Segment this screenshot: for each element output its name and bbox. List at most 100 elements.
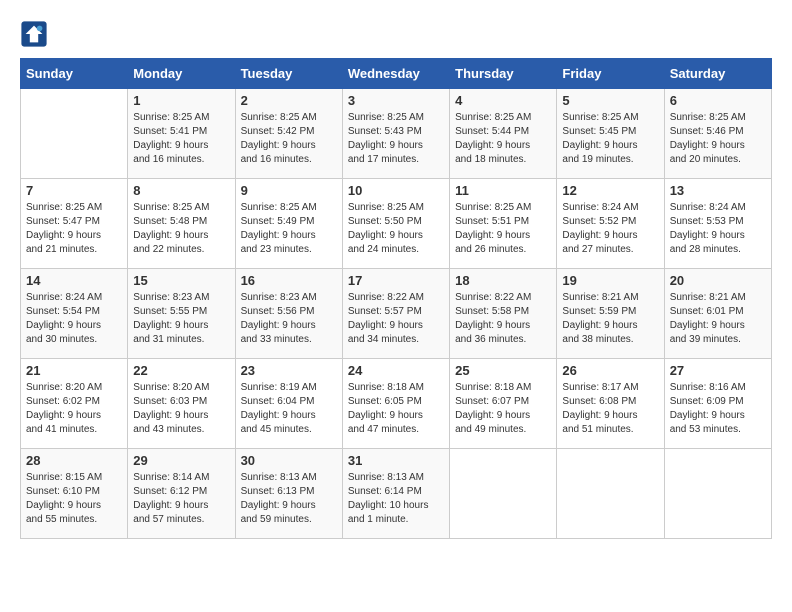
day-info: Sunrise: 8:17 AM Sunset: 6:08 PM Dayligh… [562,381,658,437]
day-info: Sunrise: 8:25 AM Sunset: 5:41 PM Dayligh… [133,111,229,167]
calendar-week-5: 28 Sunrise: 8:15 AM Sunset: 6:10 PM Dayli… [21,449,772,539]
col-header-tuesday: Tuesday [235,59,342,89]
day-info: Sunrise: 8:21 AM Sunset: 5:59 PM Dayligh… [562,291,658,347]
col-header-monday: Monday [128,59,235,89]
day-info: Sunrise: 8:18 AM Sunset: 6:05 PM Dayligh… [348,381,444,437]
day-info: Sunrise: 8:25 AM Sunset: 5:48 PM Dayligh… [133,201,229,257]
calendar-cell: 1 Sunrise: 8:25 AM Sunset: 5:41 PM Daylig… [128,89,235,179]
calendar-cell: 28 Sunrise: 8:15 AM Sunset: 6:10 PM Dayli… [21,449,128,539]
day-number: 28 [26,453,122,468]
calendar-cell: 8Sunrise: 8:25 AM Sunset: 5:48 PM Daylig… [128,179,235,269]
day-info: Sunrise: 8:25 AM Sunset: 5:49 PM Dayligh… [241,201,337,257]
calendar-cell: 7 Sunrise: 8:25 AM Sunset: 5:47 PM Daylig… [21,179,128,269]
calendar-cell: 18Sunrise: 8:22 AM Sunset: 5:58 PM Dayli… [450,269,557,359]
day-number: 12 [562,183,658,198]
calendar-cell: 24 Sunrise: 8:18 AM Sunset: 6:05 PM Dayli… [342,359,449,449]
calendar-cell: 29Sunrise: 8:14 AM Sunset: 6:12 PM Dayli… [128,449,235,539]
calendar-header-row: SundayMondayTuesdayWednesdayThursdayFrid… [21,59,772,89]
day-info: Sunrise: 8:25 AM Sunset: 5:42 PM Dayligh… [241,111,337,167]
calendar-cell: 13 Sunrise: 8:24 AM Sunset: 5:53 PM Dayli… [664,179,771,269]
calendar-cell: 26 Sunrise: 8:17 AM Sunset: 6:08 PM Dayli… [557,359,664,449]
day-info: Sunrise: 8:18 AM Sunset: 6:07 PM Dayligh… [455,381,551,437]
calendar-cell: 20Sunrise: 8:21 AM Sunset: 6:01 PM Dayli… [664,269,771,359]
day-number: 15 [133,273,229,288]
calendar-cell: 22 Sunrise: 8:20 AM Sunset: 6:03 PM Dayli… [128,359,235,449]
logo-icon [20,20,48,48]
day-info: Sunrise: 8:23 AM Sunset: 5:56 PM Dayligh… [241,291,337,347]
calendar-cell: 27 Sunrise: 8:16 AM Sunset: 6:09 PM Dayli… [664,359,771,449]
calendar-table: SundayMondayTuesdayWednesdayThursdayFrid… [20,58,772,539]
day-number: 7 [26,183,122,198]
day-number: 6 [670,93,766,108]
day-number: 24 [348,363,444,378]
calendar-cell: 14 Sunrise: 8:24 AM Sunset: 5:54 PM Dayli… [21,269,128,359]
calendar-cell: 9 Sunrise: 8:25 AM Sunset: 5:49 PM Daylig… [235,179,342,269]
day-number: 4 [455,93,551,108]
calendar-cell: 19 Sunrise: 8:21 AM Sunset: 5:59 PM Dayli… [557,269,664,359]
day-info: Sunrise: 8:20 AM Sunset: 6:02 PM Dayligh… [26,381,122,437]
day-info: Sunrise: 8:22 AM Sunset: 5:57 PM Dayligh… [348,291,444,347]
calendar-week-2: 7 Sunrise: 8:25 AM Sunset: 5:47 PM Daylig… [21,179,772,269]
day-number: 21 [26,363,122,378]
calendar-cell: 5 Sunrise: 8:25 AM Sunset: 5:45 PM Daylig… [557,89,664,179]
calendar-cell: 2 Sunrise: 8:25 AM Sunset: 5:42 PM Daylig… [235,89,342,179]
day-number: 9 [241,183,337,198]
day-info: Sunrise: 8:24 AM Sunset: 5:52 PM Dayligh… [562,201,658,257]
day-number: 26 [562,363,658,378]
day-info: Sunrise: 8:19 AM Sunset: 6:04 PM Dayligh… [241,381,337,437]
col-header-wednesday: Wednesday [342,59,449,89]
calendar-cell: 10 Sunrise: 8:25 AM Sunset: 5:50 PM Dayli… [342,179,449,269]
day-number: 19 [562,273,658,288]
day-number: 10 [348,183,444,198]
calendar-cell: 23 Sunrise: 8:19 AM Sunset: 6:04 PM Dayli… [235,359,342,449]
logo [20,20,52,48]
day-number: 30 [241,453,337,468]
calendar-cell: 25 Sunrise: 8:18 AM Sunset: 6:07 PM Dayli… [450,359,557,449]
day-number: 13 [670,183,766,198]
calendar-cell [21,89,128,179]
day-info: Sunrise: 8:25 AM Sunset: 5:45 PM Dayligh… [562,111,658,167]
day-info: Sunrise: 8:13 AM Sunset: 6:13 PM Dayligh… [241,471,337,527]
calendar-cell [557,449,664,539]
day-info: Sunrise: 8:16 AM Sunset: 6:09 PM Dayligh… [670,381,766,437]
day-number: 17 [348,273,444,288]
col-header-thursday: Thursday [450,59,557,89]
day-info: Sunrise: 8:24 AM Sunset: 5:53 PM Dayligh… [670,201,766,257]
calendar-cell: 17 Sunrise: 8:22 AM Sunset: 5:57 PM Dayli… [342,269,449,359]
calendar-week-3: 14 Sunrise: 8:24 AM Sunset: 5:54 PM Dayli… [21,269,772,359]
day-number: 20 [670,273,766,288]
day-info: Sunrise: 8:20 AM Sunset: 6:03 PM Dayligh… [133,381,229,437]
col-header-friday: Friday [557,59,664,89]
day-number: 5 [562,93,658,108]
col-header-saturday: Saturday [664,59,771,89]
calendar-cell: 3 Sunrise: 8:25 AM Sunset: 5:43 PM Daylig… [342,89,449,179]
day-number: 25 [455,363,551,378]
calendar-cell: 31Sunrise: 8:13 AM Sunset: 6:14 PM Dayli… [342,449,449,539]
day-info: Sunrise: 8:25 AM Sunset: 5:50 PM Dayligh… [348,201,444,257]
calendar-week-1: 1 Sunrise: 8:25 AM Sunset: 5:41 PM Daylig… [21,89,772,179]
day-info: Sunrise: 8:24 AM Sunset: 5:54 PM Dayligh… [26,291,122,347]
day-info: Sunrise: 8:25 AM Sunset: 5:47 PM Dayligh… [26,201,122,257]
day-number: 23 [241,363,337,378]
day-info: Sunrise: 8:25 AM Sunset: 5:44 PM Dayligh… [455,111,551,167]
day-number: 27 [670,363,766,378]
day-number: 18 [455,273,551,288]
col-header-sunday: Sunday [21,59,128,89]
calendar-cell [450,449,557,539]
day-number: 2 [241,93,337,108]
day-info: Sunrise: 8:25 AM Sunset: 5:43 PM Dayligh… [348,111,444,167]
day-number: 29 [133,453,229,468]
calendar-cell: 30 Sunrise: 8:13 AM Sunset: 6:13 PM Dayli… [235,449,342,539]
day-number: 16 [241,273,337,288]
calendar-cell: 12 Sunrise: 8:24 AM Sunset: 5:52 PM Dayli… [557,179,664,269]
day-number: 1 [133,93,229,108]
day-number: 22 [133,363,229,378]
day-number: 11 [455,183,551,198]
day-number: 14 [26,273,122,288]
day-info: Sunrise: 8:15 AM Sunset: 6:10 PM Dayligh… [26,471,122,527]
calendar-cell: 11Sunrise: 8:25 AM Sunset: 5:51 PM Dayli… [450,179,557,269]
page-header [20,20,772,48]
calendar-cell: 6Sunrise: 8:25 AM Sunset: 5:46 PM Daylig… [664,89,771,179]
day-info: Sunrise: 8:13 AM Sunset: 6:14 PM Dayligh… [348,471,444,527]
day-number: 3 [348,93,444,108]
